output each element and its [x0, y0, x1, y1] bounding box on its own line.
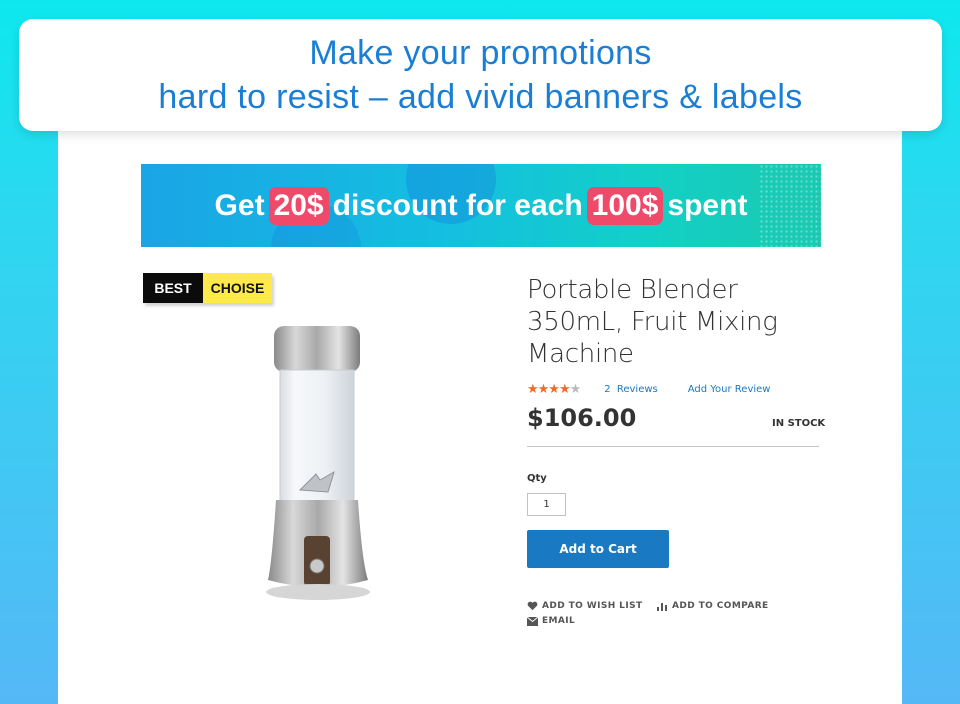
headline-line-2: hard to resist – add vivid banners & lab… [158, 78, 803, 116]
reviews-link[interactable]: 2 Reviews [604, 384, 657, 395]
envelope-icon [527, 616, 538, 626]
qty-input[interactable] [527, 493, 566, 516]
add-review-link[interactable]: Add Your Review [688, 384, 771, 395]
reviews-label: Reviews [616, 384, 658, 395]
add-to-cart-button[interactable]: Add to Cart [527, 530, 669, 568]
banner-dot-pattern [759, 164, 821, 247]
add-to-compare-link[interactable]: ADD TO COMPARE [657, 601, 769, 611]
banner-text-get: Get [214, 188, 265, 222]
headline-line-1: Make your promotions [309, 34, 652, 72]
product-title: Portable Blender 350mL, Fruit Mixing Mac… [527, 275, 778, 369]
compare-bars-icon [657, 603, 667, 611]
label-best-part: BEST [143, 273, 203, 303]
stock-status: IN STOCK [772, 418, 826, 429]
reviews-count: 2 [604, 384, 611, 395]
product-price: $106.00 [527, 404, 637, 432]
banner-text-spent: spent [667, 188, 748, 222]
promo-banner[interactable]: Get 20$ discount for each 100$ spent [141, 164, 821, 247]
wishlist-label: ADD TO WISH LIST [542, 601, 643, 611]
promo-headline: Make your promotions hard to resist – ad… [19, 19, 942, 131]
best-choise-label: BEST CHOISE [143, 273, 272, 303]
divider [527, 446, 819, 447]
rating-stars-icon: ★★★★★ [527, 382, 581, 397]
heart-icon [527, 601, 538, 611]
qty-label: Qty [527, 473, 547, 484]
email-link[interactable]: EMAIL [527, 616, 575, 626]
banner-highlight-spend: 100$ [586, 186, 664, 225]
compare-label: ADD TO COMPARE [672, 601, 769, 611]
product-info: Portable Blender 350mL, Fruit Mixing Mac… [527, 274, 819, 370]
product-image-blender[interactable] [258, 322, 378, 612]
label-choise-part: CHOISE [203, 273, 272, 303]
banner-text-discount: discount for each [332, 188, 583, 222]
rating-row: ★★★★★ 2 Reviews Add Your Review [527, 382, 770, 397]
add-to-wishlist-link[interactable]: ADD TO WISH LIST [527, 601, 643, 611]
banner-highlight-discount: 20$ [268, 186, 329, 225]
email-label: EMAIL [542, 616, 576, 626]
banner-text: Get 20$ discount for each 100$ spent [214, 186, 748, 225]
